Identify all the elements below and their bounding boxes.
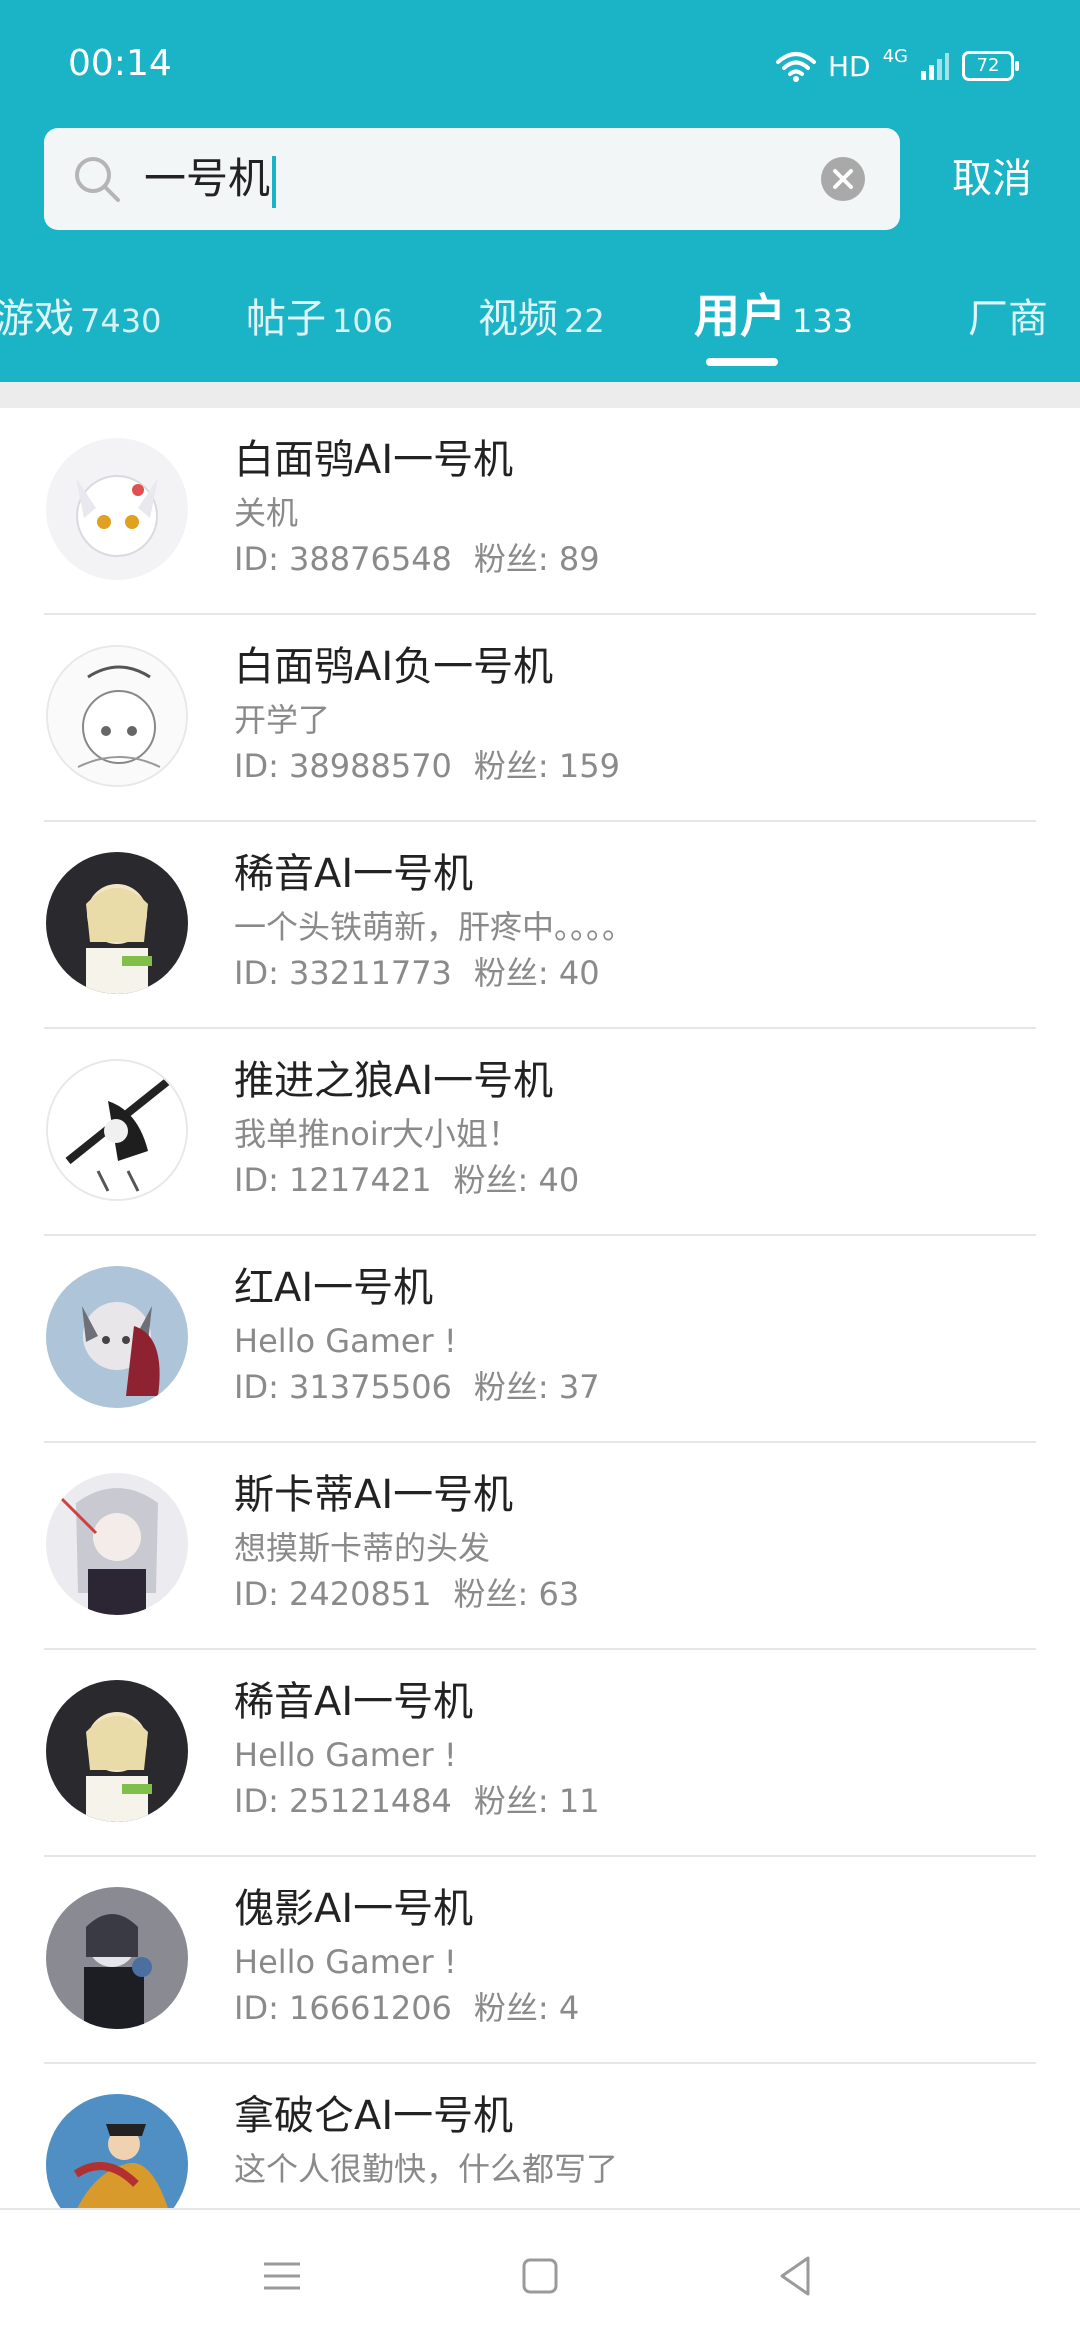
user-fans: 粉丝: 159 <box>473 747 620 785</box>
avatar[interactable] <box>46 1680 188 1822</box>
tab-games[interactable]: 游戏 7430 <box>0 286 161 344</box>
user-id: ID: 38988570 <box>234 747 452 785</box>
list-item[interactable]: 斯卡蒂AI一号机 想摸斯卡蒂的头发 ID: 2420851 粉丝: 63 <box>0 1443 1080 1650</box>
tab-users[interactable]: 用户 133 <box>694 280 853 346</box>
status-time: 00:14 <box>68 43 172 84</box>
text-caret <box>272 155 277 208</box>
user-bio: 我单推noir大小姐！ <box>234 1115 520 1153</box>
user-name: 拿破仑AI一号机 <box>234 2093 514 2139</box>
user-fans: 粉丝: 89 <box>473 540 600 578</box>
user-fans: 粉丝: 37 <box>473 1368 600 1406</box>
user-id: ID: 31375506 <box>234 1368 452 1406</box>
list-item[interactable]: 稀音AI一号机 Hello Gamer ! ID: 25121484 粉丝: 11 <box>0 1650 1080 1857</box>
avatar[interactable] <box>46 1887 188 2029</box>
user-fans: 粉丝: 40 <box>473 954 600 992</box>
cancel-button[interactable]: 取消 <box>952 152 1032 206</box>
avatar[interactable] <box>46 852 188 994</box>
user-name: 推进之狼AI一号机 <box>234 1058 554 1104</box>
user-name: 白面鸮AI负一号机 <box>234 644 554 690</box>
status-bar: 00:14 HD 4G 72 <box>0 0 1080 120</box>
list-item[interactable]: 红AI一号机 Hello Gamer ! ID: 31375506 粉丝: 37 <box>0 1236 1080 1443</box>
user-list: 白面鸮AI一号机 关机 ID: 38876548 粉丝: 89 白面鸮AI负一号机… <box>0 408 1080 2208</box>
search-input[interactable]: 一号机 <box>44 128 900 230</box>
user-name: 斯卡蒂AI一号机 <box>234 1472 514 1518</box>
user-fans: 粉丝: 40 <box>453 1161 580 1199</box>
search-icon <box>75 157 120 202</box>
user-name: 稀音AI一号机 <box>234 851 474 897</box>
network-type: 4G <box>882 45 908 67</box>
tab-posts[interactable]: 帖子 106 <box>246 286 393 344</box>
user-bio: 关机 <box>234 494 299 532</box>
avatar[interactable] <box>46 1266 188 1408</box>
user-bio: 这个人很勤快，什么都写了 <box>234 2150 619 2188</box>
list-item[interactable]: 白面鸮AI一号机 关机 ID: 38876548 粉丝: 89 <box>0 408 1080 615</box>
user-fans: 粉丝: 4 <box>473 1989 580 2027</box>
user-id: ID: 38876548 <box>234 540 452 578</box>
tab-videos[interactable]: 视频 22 <box>478 286 605 344</box>
avatar[interactable] <box>46 645 188 787</box>
user-id: ID: 16661206 <box>234 1989 452 2027</box>
active-tab-indicator <box>706 358 778 366</box>
user-name: 傀影AI一号机 <box>234 1886 474 1932</box>
user-fans: 粉丝: 11 <box>473 1782 600 1820</box>
clear-icon[interactable] <box>820 156 866 202</box>
back-icon[interactable] <box>772 2252 820 2300</box>
search-query: 一号机 <box>144 154 271 203</box>
avatar[interactable] <box>46 2094 188 2208</box>
section-divider <box>0 382 1080 408</box>
user-id: ID: 1217421 <box>234 1161 432 1199</box>
status-icons: HD 4G 72 <box>775 44 1019 88</box>
avatar[interactable] <box>46 1059 188 1201</box>
user-bio: 想摸斯卡蒂的头发 <box>234 1529 491 1567</box>
home-icon[interactable] <box>516 2252 564 2300</box>
list-item[interactable]: 拿破仑AI一号机 这个人很勤快，什么都写了 <box>0 2064 1080 2208</box>
user-name: 红AI一号机 <box>234 1265 434 1311</box>
wifi-icon <box>775 52 816 82</box>
result-tabs: 游戏 7430 帖子 106 视频 22 用户 133 厂商 <box>0 270 1080 370</box>
menu-icon[interactable] <box>258 2252 306 2300</box>
system-nav-bar <box>0 2208 1080 2342</box>
tab-vendors[interactable]: 厂商 <box>968 286 1048 344</box>
header: 00:14 HD 4G 72 一号机 取消 游戏 7430 帖子 106 视频 … <box>0 0 1080 382</box>
user-id: ID: 25121484 <box>234 1782 452 1820</box>
user-id: ID: 2420851 <box>234 1575 432 1613</box>
hd-indicator: HD <box>827 49 871 83</box>
avatar[interactable] <box>46 1473 188 1615</box>
user-name: 稀音AI一号机 <box>234 1679 474 1725</box>
user-bio: 一个头铁萌新，肝疼中。。。。 <box>234 908 635 946</box>
avatar[interactable] <box>46 438 188 580</box>
battery-icon: 72 <box>962 51 1019 81</box>
list-item[interactable]: 推进之狼AI一号机 我单推noir大小姐！ ID: 1217421 粉丝: 40 <box>0 1029 1080 1236</box>
user-bio: Hello Gamer ! <box>234 1322 457 1360</box>
user-fans: 粉丝: 63 <box>453 1575 580 1613</box>
list-item[interactable]: 白面鸮AI负一号机 开学了 ID: 38988570 粉丝: 159 <box>0 615 1080 822</box>
list-item[interactable]: 傀影AI一号机 Hello Gamer ! ID: 16661206 粉丝: 4 <box>0 1857 1080 2064</box>
user-name: 白面鸮AI一号机 <box>234 437 514 483</box>
list-item[interactable]: 稀音AI一号机 一个头铁萌新，肝疼中。。。。 ID: 33211773 粉丝: 4… <box>0 822 1080 1029</box>
signal-icon <box>921 53 949 80</box>
user-bio: 开学了 <box>234 701 331 739</box>
user-bio: Hello Gamer ! <box>234 1943 457 1981</box>
user-id: ID: 33211773 <box>234 954 452 992</box>
user-bio: Hello Gamer ! <box>234 1736 457 1774</box>
